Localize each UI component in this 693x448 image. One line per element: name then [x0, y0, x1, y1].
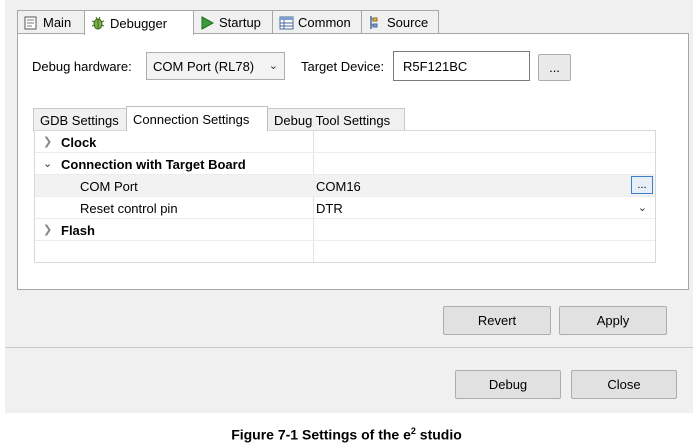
debug-button[interactable]: Debug: [455, 370, 561, 399]
tab-startup[interactable]: Startup: [193, 10, 273, 34]
figure-caption: Figure 7-1 Settings of the e2 studio: [0, 426, 693, 443]
tree-row-com-port[interactable]: COM Port COM16 ...: [35, 175, 655, 197]
tab-source[interactable]: Source: [361, 10, 439, 34]
tab-source-label: Source: [387, 15, 429, 30]
tab-connection-settings-label: Connection Settings: [133, 111, 250, 127]
target-device-browse-button[interactable]: ...: [538, 54, 571, 81]
tree-row-com-port-value[interactable]: COM16: [316, 179, 361, 194]
tab-main[interactable]: Main: [17, 10, 85, 34]
tab-common[interactable]: Common: [272, 10, 362, 34]
tab-startup-label: Startup: [219, 15, 261, 30]
tree-row-reset-pin-value[interactable]: DTR: [316, 201, 343, 216]
target-device-label: Target Device:: [301, 59, 385, 74]
tab-gdb-settings-label: GDB Settings: [40, 112, 119, 128]
revert-button[interactable]: Revert: [443, 306, 551, 335]
com-port-browse-button[interactable]: ...: [631, 176, 653, 194]
connection-settings-tree: ❯ Clock ⌄ Connection with Target Board C…: [34, 130, 656, 263]
chevron-down-icon[interactable]: ⌄: [638, 201, 647, 214]
tree-row-connection-key: Connection with Target Board: [61, 157, 246, 172]
tab-debugger-label: Debugger: [110, 15, 168, 31]
close-button[interactable]: Close: [571, 370, 677, 399]
target-device-value: R5F121BC: [403, 58, 468, 74]
tab-common-label: Common: [298, 15, 351, 30]
tab-debug-tool-settings[interactable]: Debug Tool Settings: [267, 108, 405, 131]
tab-debugger[interactable]: Debugger: [84, 10, 194, 35]
tree-row-reset-pin-key: Reset control pin: [80, 201, 178, 216]
tree-row-clock[interactable]: ❯ Clock: [35, 131, 655, 153]
tab-main-label: Main: [43, 15, 72, 30]
launch-configuration-dialog: Main Debugger Startup Common Source Debu…: [5, 0, 693, 413]
tab-connection-settings[interactable]: Connection Settings: [126, 106, 268, 131]
chevron-right-icon[interactable]: ❯: [43, 135, 52, 148]
tab-gdb-settings[interactable]: GDB Settings: [33, 108, 127, 131]
tree-row-com-port-key: COM Port: [80, 179, 138, 194]
source-lookup-icon: [367, 15, 383, 31]
figure-caption-prefix: Figure 7-1 Settings of the e: [231, 426, 411, 443]
tree-row-reset-pin[interactable]: Reset control pin DTR ⌄: [35, 197, 655, 219]
target-device-input[interactable]: R5F121BC: [393, 51, 530, 81]
chevron-right-icon[interactable]: ❯: [43, 223, 52, 236]
bug-icon: [90, 15, 106, 31]
separator-line: [5, 347, 693, 348]
debug-hardware-value: COM Port (RL78): [153, 58, 255, 74]
figure-caption-suffix: studio: [415, 426, 462, 443]
tree-row-flash[interactable]: ❯ Flash: [35, 219, 655, 241]
debug-hardware-label: Debug hardware:: [32, 59, 132, 74]
main-tab-icon: [23, 15, 39, 31]
common-table-icon: [278, 15, 294, 31]
tree-row-connection[interactable]: ⌄ Connection with Target Board: [35, 153, 655, 175]
tree-row-clock-key: Clock: [61, 135, 97, 150]
tree-row-empty: [35, 241, 655, 263]
tree-row-flash-key: Flash: [61, 223, 95, 238]
apply-button[interactable]: Apply: [559, 306, 667, 335]
play-icon: [199, 15, 215, 31]
debug-hardware-select[interactable]: COM Port (RL78) ⌄: [146, 52, 285, 80]
chevron-down-icon[interactable]: ⌄: [43, 157, 52, 170]
tab-debug-tool-settings-label: Debug Tool Settings: [274, 112, 391, 128]
debugger-settings-panel: Debug hardware: COM Port (RL78) ⌄ Target…: [17, 33, 689, 290]
chevron-down-icon: ⌄: [268, 60, 278, 72]
